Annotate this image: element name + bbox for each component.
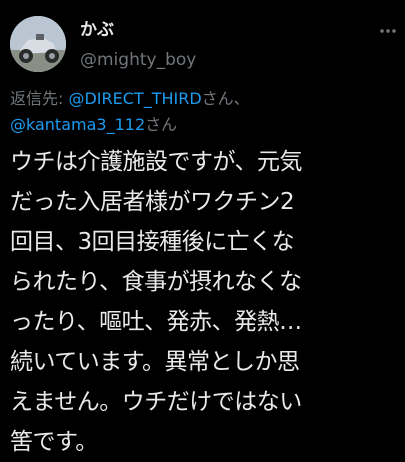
reply-prefix: 返信先: xyxy=(10,89,69,108)
tweet-line: だった入居者様がワクチン2 xyxy=(10,189,295,215)
replying-to: 返信先: @DIRECT_THIRDさん、 @kantama3_112さん xyxy=(10,86,400,138)
author-info: かぶ @mighty_boy xyxy=(80,18,196,72)
reply-suffix: さん xyxy=(145,115,178,134)
mention-link[interactable]: @kantama3_112 xyxy=(10,115,145,134)
reply-suffix: さん、 xyxy=(201,89,250,108)
tweet-line: ウチは介護施設ですが、元気 xyxy=(10,149,303,175)
more-options-icon[interactable] xyxy=(379,22,397,40)
author-handle[interactable]: @mighty_boy xyxy=(80,48,196,72)
tweet-line: 筈です。 xyxy=(10,429,98,455)
tweet-line: られたり、食事が摂れなくな xyxy=(10,269,302,295)
avatar-image xyxy=(10,16,66,72)
tweet-line: ったり、嘔吐、発赤、発熱… xyxy=(10,309,302,335)
tweet-text: ウチは介護施設ですが、元気 だった入居者様がワクチン2 回目、3回目接種後に亡く… xyxy=(10,142,402,462)
reply-line-2: @kantama3_112さん xyxy=(10,112,400,138)
reply-line-1: 返信先: @DIRECT_THIRDさん、 xyxy=(10,86,400,112)
mention-link[interactable]: @DIRECT_THIRD xyxy=(68,89,201,108)
tweet-line: 回目、3回目接種後に亡くな xyxy=(10,229,295,255)
avatar[interactable] xyxy=(10,16,66,72)
display-name[interactable]: かぶ xyxy=(80,18,196,42)
tweet-line: えません。ウチだけではない xyxy=(10,389,302,415)
tweet-line: 続いています。異常としか思 xyxy=(10,349,300,375)
tweet-header: かぶ @mighty_boy xyxy=(0,0,405,88)
